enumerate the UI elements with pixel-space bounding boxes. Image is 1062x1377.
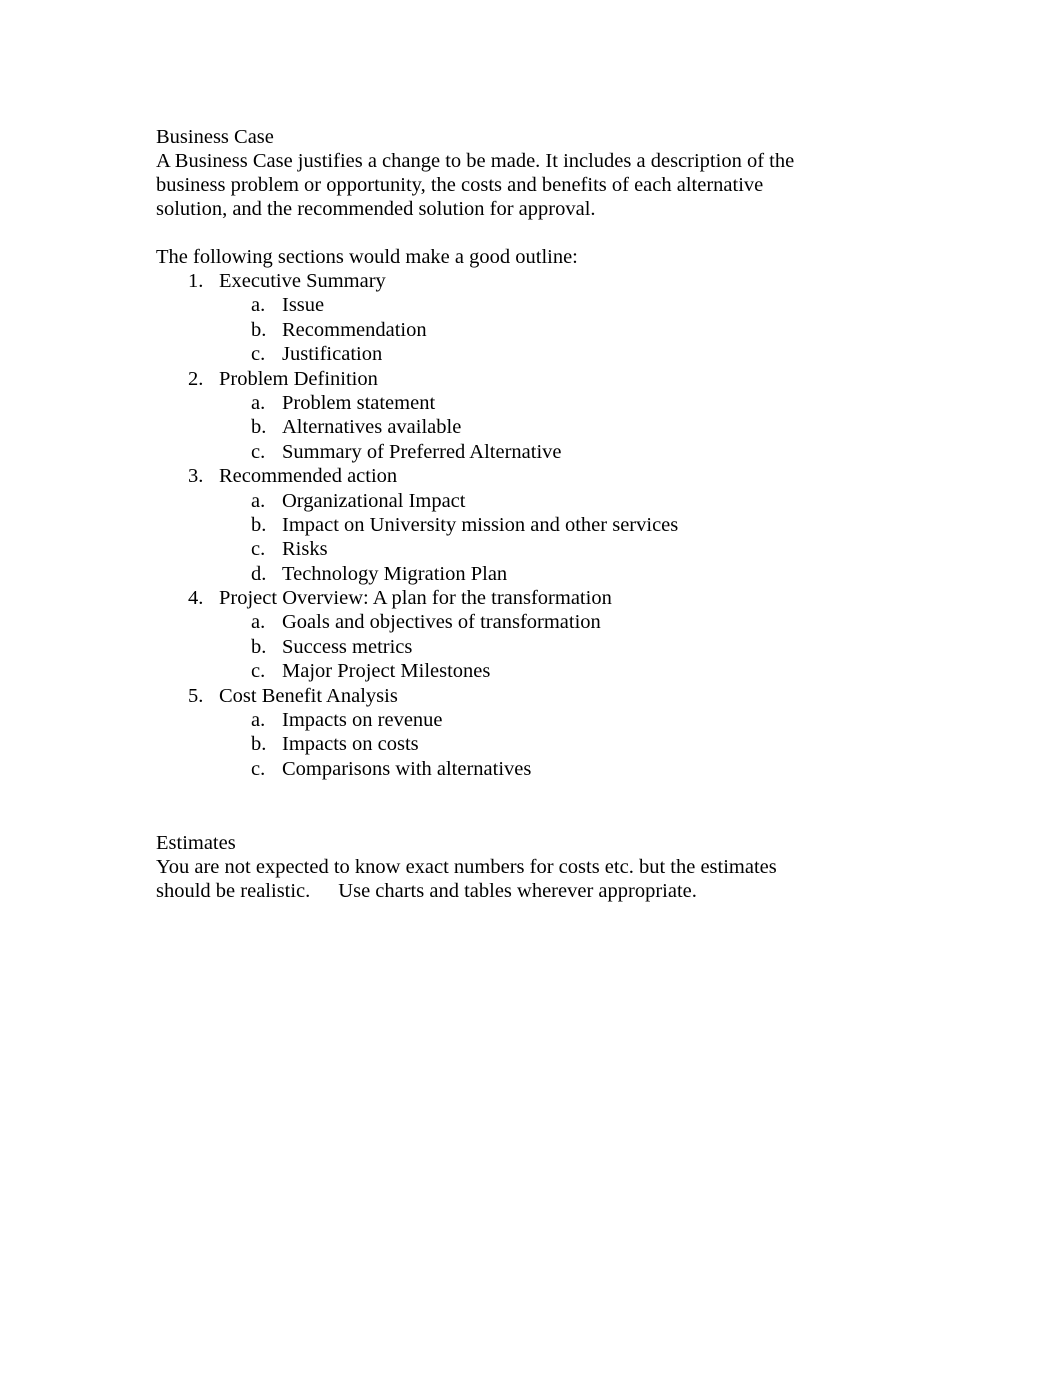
section-title: Cost Benefit Analysis: [219, 684, 398, 707]
subitem-letter: d.: [251, 562, 267, 585]
subitem-letter: a.: [251, 709, 266, 732]
outline-subitem: b. Alternatives available: [156, 415, 856, 439]
outline-subitem: a. Impacts on revenue: [156, 708, 856, 732]
outline-subitem: b. Impacts on costs: [156, 732, 856, 756]
subitem-title: Justification: [282, 343, 383, 366]
section-title: Executive Summary: [219, 270, 386, 292]
subitem-letter: c.: [251, 343, 266, 366]
section-heading-estimates: Estimates: [156, 832, 236, 855]
subitem-title: Issue: [282, 294, 325, 317]
section-number: 3.: [188, 465, 204, 488]
intro-line: business problem or opportunity, the cos…: [156, 174, 764, 196]
subitem-letter: a.: [251, 391, 266, 414]
subitem-title: Technology Migration Plan: [282, 562, 508, 585]
outline-subitem: d. Technology Migration Plan: [156, 562, 856, 586]
estimates-line: You are not expected to know exact numbe…: [156, 856, 777, 879]
outline-subitem: c. Major Project Milestones: [156, 659, 856, 683]
subitem-title: Alternatives available: [282, 416, 462, 439]
outline-subitem: c. Comparisons with alternatives: [156, 757, 856, 781]
outline-lead: The following sections would make a good…: [156, 246, 578, 268]
outline-section: 5. Cost Benefit Analysis: [156, 684, 856, 708]
section-number: 1.: [188, 270, 204, 292]
section-number: 2.: [188, 367, 204, 390]
estimates-text: should be realistic.: [156, 880, 311, 903]
subitem-title: Impacts on costs: [282, 733, 419, 756]
outline-subitem: a. Goals and objectives of transformation: [156, 610, 856, 634]
section-number: 5.: [188, 684, 204, 707]
outline-list: 1. Executive Summary a. Issue b. Recommendati…: [156, 269, 856, 781]
subitem-letter: b.: [251, 733, 267, 756]
outline-section: 2. Problem Definition: [156, 367, 856, 391]
outline-section: 4. Project Overview: A plan for the trans…: [156, 586, 856, 610]
subitem-letter: b.: [251, 635, 267, 658]
subitem-title: Summary of Preferred Alternative: [282, 440, 562, 463]
estimates-line: should be realistic. Use charts and table…: [156, 879, 856, 903]
subitem-title: Risks: [282, 538, 328, 561]
subitem-title: Major Project Milestones: [282, 660, 491, 683]
subitem-title: Impact on University mission and other s…: [282, 513, 679, 536]
subitem-letter: a.: [251, 489, 266, 512]
subitem-letter: a.: [251, 611, 266, 634]
subitem-title: Organizational Impact: [282, 489, 466, 512]
document-page: Business Case A Business Case justifies …: [156, 125, 856, 903]
subitem-title: Problem statement: [282, 391, 436, 414]
intro-line: A Business Case justifies a change to be…: [156, 150, 795, 172]
section-title: Recommended action: [219, 465, 398, 488]
outline-subitem: a. Problem statement: [156, 391, 856, 415]
subitem-title: Success metrics: [282, 635, 413, 658]
intro-line: solution, and the recommended solution f…: [156, 198, 596, 220]
outline-section: 3. Recommended action: [156, 464, 856, 488]
section-title: Project Overview: A plan for the transfo…: [219, 587, 612, 610]
subitem-letter: b.: [251, 416, 267, 439]
section-title: Problem Definition: [219, 367, 378, 390]
section-number: 4.: [188, 587, 204, 610]
outline-subitem: c. Justification: [156, 342, 856, 366]
outline-subitem: b. Impact on University mission and other…: [156, 513, 856, 537]
subitem-title: Impacts on revenue: [282, 709, 443, 732]
subitem-letter: a.: [251, 294, 266, 317]
outline-subitem: c. Summary of Preferred Alternative: [156, 440, 856, 464]
subitem-letter: b.: [251, 513, 267, 536]
subitem-title: Recommendation: [282, 318, 427, 341]
subitem-letter: c.: [251, 440, 266, 463]
outline-subitem: c. Risks: [156, 537, 856, 561]
subitem-title: Comparisons with alternatives: [282, 757, 532, 780]
subitem-title: Goals and objectives of transformation: [282, 611, 601, 634]
outline-subitem: b. Recommendation: [156, 318, 856, 342]
subitem-letter: b.: [251, 318, 267, 341]
estimates-text: Use charts and tables wherever appropria…: [338, 880, 697, 903]
outline-section: 1. Executive Summary: [156, 269, 856, 293]
outline-subitem: a. Issue: [156, 293, 856, 317]
subitem-letter: c.: [251, 757, 266, 780]
section-heading-business-case: Business Case: [156, 126, 274, 148]
outline-subitem: a. Organizational Impact: [156, 489, 856, 513]
subitem-letter: c.: [251, 660, 266, 683]
outline-subitem: b. Success metrics: [156, 635, 856, 659]
subitem-letter: c.: [251, 538, 266, 561]
